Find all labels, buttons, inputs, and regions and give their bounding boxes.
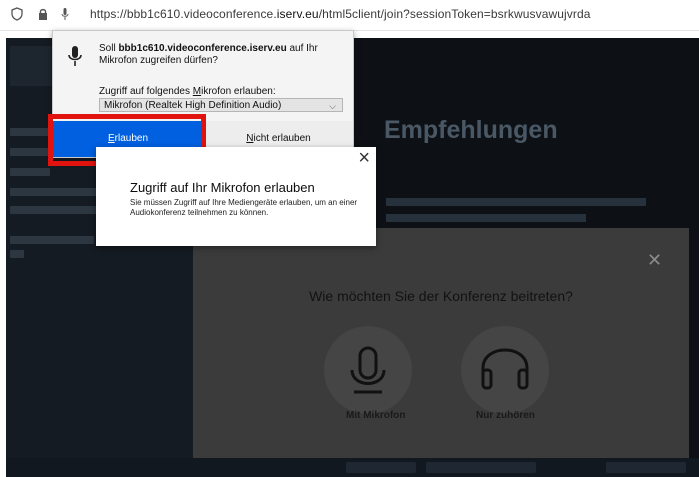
permission-question: Soll bbb1c610.videoconference.iserv.eu a…	[99, 43, 339, 67]
device-label-post: ikrofon erlauben:	[201, 86, 276, 97]
action-button[interactable]	[426, 462, 536, 473]
lock-icon[interactable]	[36, 7, 50, 21]
close-icon[interactable]: ×	[358, 147, 370, 170]
browser-url-bar: https://bbb1c610.videoconference.iserv.e…	[0, 0, 699, 31]
join-audio-modal: ✕ Wie möchten Sie der Konferenz beitrete…	[193, 228, 689, 458]
question-prefix: Soll	[99, 43, 119, 54]
chat-line	[10, 236, 94, 244]
url-suffix: /html5client/join?sessionToken=bsrkwusva…	[318, 7, 591, 21]
chevron-down-icon: ⌵	[329, 101, 336, 111]
listen-only-option-label: Nur zuhören	[476, 410, 535, 421]
chat-line	[10, 168, 50, 176]
text-line	[386, 214, 586, 222]
headphones-icon	[481, 348, 529, 390]
deny-label: icht erlauben	[253, 133, 311, 144]
url-domain: iserv.eu	[276, 7, 319, 21]
microphone-select[interactable]: Mikrofon (Realtek High Definition Audio)…	[99, 98, 343, 112]
device-label-accesskey: M	[192, 86, 202, 97]
listen-only-option-button[interactable]	[461, 326, 549, 414]
chat-line	[10, 250, 24, 258]
microphone-icon[interactable]	[58, 7, 72, 21]
action-button[interactable]	[346, 462, 416, 473]
join-audio-title: Wie möchten Sie der Konferenz beitreten?	[309, 288, 573, 304]
mic-access-info-popup: × Zugriff auf Ihr Mikrofon erlauben Sie …	[96, 147, 376, 246]
microphone-icon	[350, 346, 386, 394]
chat-line	[10, 206, 98, 214]
action-bar	[6, 458, 699, 477]
address-field[interactable]: https://bbb1c610.videoconference.iserv.e…	[90, 7, 591, 21]
info-text: Sie müssen Zugriff auf Ihre Mediengeräte…	[130, 198, 358, 217]
device-label-pre: Zugriff auf folgendes	[99, 86, 193, 97]
chat-line	[10, 148, 50, 156]
close-icon[interactable]: ✕	[647, 250, 662, 271]
microphone-option-button[interactable]	[324, 326, 412, 414]
chat-line	[10, 188, 98, 196]
microphone-icon	[68, 46, 82, 66]
action-button[interactable]	[606, 462, 686, 473]
selected-device: Mikrofon (Realtek High Definition Audio)	[104, 100, 282, 111]
chat-line	[10, 128, 50, 136]
site-name: bbb1c610.videoconference.iserv.eu	[118, 43, 287, 54]
shield-icon[interactable]	[10, 7, 24, 21]
device-select-label: Zugriff auf folgendes Mikrofon erlauben:	[99, 86, 276, 97]
url-prefix: https://bbb1c610.videoconference.	[90, 7, 277, 21]
microphone-option-label: Mit Mikrofon	[346, 410, 406, 421]
info-title: Zugriff auf Ihr Mikrofon erlauben	[130, 180, 315, 195]
text-line	[386, 198, 646, 206]
background-heading: Empfehlungen	[384, 116, 558, 144]
